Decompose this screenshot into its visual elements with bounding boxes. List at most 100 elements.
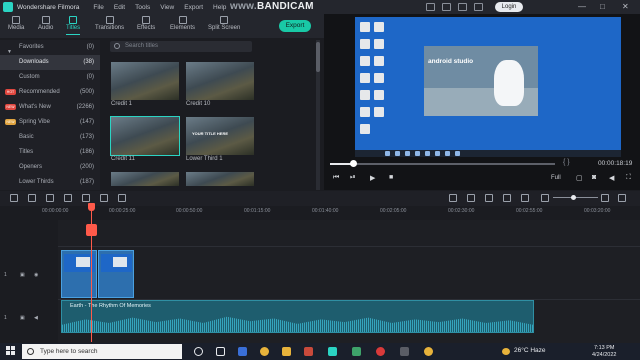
- snapshot-icon[interactable]: ▢: [576, 174, 583, 182]
- color-icon[interactable]: [100, 194, 108, 202]
- login-button[interactable]: Login: [495, 2, 523, 12]
- taskbar-search-input[interactable]: Type here to search: [22, 344, 182, 359]
- zoom-out-icon[interactable]: [541, 194, 549, 202]
- mail-icon[interactable]: [458, 3, 467, 11]
- play-frame-icon[interactable]: ⏯: [350, 174, 356, 182]
- title-thumb[interactable]: [186, 172, 254, 186]
- shield-icon[interactable]: [467, 194, 475, 202]
- bandicam-icon[interactable]: [376, 347, 385, 356]
- title-thumb[interactable]: [111, 172, 179, 186]
- redo-icon[interactable]: [28, 194, 36, 202]
- maximize-icon[interactable]: □: [600, 2, 605, 11]
- ruler-tick: 00:02:30:00: [448, 208, 475, 214]
- menu-tools[interactable]: Tools: [135, 4, 150, 11]
- lock-icon[interactable]: ▣: [20, 272, 25, 278]
- quality-select[interactable]: Full: [551, 175, 561, 181]
- windows-start-icon[interactable]: [6, 346, 16, 356]
- cortana-icon[interactable]: [194, 347, 203, 356]
- audio-mixer-icon[interactable]: [118, 194, 126, 202]
- in-out-markers[interactable]: { }: [563, 159, 570, 166]
- speed-icon[interactable]: [82, 194, 90, 202]
- sidebar-item-lower-thirds[interactable]: Lower Thirds (187): [0, 175, 100, 190]
- tab-effects[interactable]: Effects: [137, 16, 155, 31]
- ruler-tick: 00:01:15:00: [244, 208, 271, 214]
- volume-icon[interactable]: ◀: [609, 174, 614, 182]
- zoom-in-icon[interactable]: [601, 194, 609, 202]
- delete-icon[interactable]: [46, 194, 54, 202]
- task-view-icon[interactable]: [216, 347, 225, 356]
- sidebar-item-favorites[interactable]: ▼ Favorites (0): [0, 40, 100, 55]
- audio-clip[interactable]: Earth - The Rhythm Of Memories: [61, 300, 534, 333]
- title-thumb-credit-11[interactable]: [110, 116, 180, 156]
- ruler-tick: 00:01:40:00: [312, 208, 339, 214]
- lightbulb-icon[interactable]: [426, 3, 435, 11]
- speaker-icon[interactable]: ◀: [34, 315, 38, 321]
- weather-status[interactable]: 26°C Haze: [514, 347, 546, 354]
- menu-view[interactable]: View: [160, 4, 174, 11]
- menu-edit[interactable]: Edit: [114, 4, 125, 11]
- playback-scrubber[interactable]: [350, 160, 357, 167]
- desktop-icon: [360, 56, 370, 66]
- search-input[interactable]: Search titles: [110, 41, 252, 52]
- playhead-handle[interactable]: [88, 203, 95, 211]
- sidebar-item-recommended[interactable]: HOT Recommended (500): [0, 85, 100, 100]
- menu-help[interactable]: Help: [213, 4, 226, 11]
- tab-titles[interactable]: Titles: [66, 16, 81, 35]
- sidebar-item-basic[interactable]: Basic (173): [0, 130, 100, 145]
- tab-transitions[interactable]: Transitions: [95, 16, 124, 31]
- android-studio-splash: android studio: [424, 46, 538, 116]
- split-icon[interactable]: [521, 194, 529, 202]
- system-clock[interactable]: 7:13 PM 4/24/2022: [592, 345, 616, 359]
- export-button[interactable]: Export: [279, 20, 311, 32]
- audio-icon[interactable]: [503, 194, 511, 202]
- play-icon[interactable]: ▶: [370, 174, 375, 182]
- desktop-icon: [360, 90, 370, 100]
- sidebar-item-whats-new[interactable]: NEW What's New (2266): [0, 100, 100, 115]
- scissors-marker-icon[interactable]: [86, 224, 97, 236]
- tab-elements[interactable]: Elements: [170, 16, 195, 31]
- menu-export[interactable]: Export: [184, 4, 203, 11]
- tab-split-screen[interactable]: Split Screen: [208, 16, 240, 31]
- camera-icon[interactable]: ◙: [592, 174, 596, 181]
- edge-icon[interactable]: [238, 347, 247, 356]
- microphone-icon[interactable]: [485, 194, 493, 202]
- video-clip[interactable]: [98, 250, 134, 298]
- tab-media[interactable]: Media: [8, 16, 24, 31]
- title-thumb-lower-third-1[interactable]: YOUR TITLE HERE: [186, 117, 254, 155]
- sidebar-item-custom[interactable]: Custom (0): [0, 70, 100, 85]
- fullscreen-icon[interactable]: ⛶: [626, 174, 631, 182]
- undo-icon[interactable]: [10, 194, 18, 202]
- app-icon[interactable]: [304, 347, 313, 356]
- menu-file[interactable]: File: [93, 4, 103, 11]
- sidebar-item-titles[interactable]: Titles (186): [0, 145, 100, 160]
- file-explorer-icon[interactable]: [282, 347, 291, 356]
- previous-frame-icon[interactable]: ⏮: [333, 174, 339, 182]
- playback-progress-track[interactable]: [330, 163, 555, 165]
- download-icon[interactable]: [474, 3, 483, 11]
- browser-scrollbar[interactable]: [316, 40, 320, 190]
- category-sidebar: ▼ Favorites (0) Downloads (38) Custom (0) HO…: [0, 40, 100, 190]
- minimize-icon[interactable]: —: [578, 2, 586, 11]
- close-icon[interactable]: ✕: [622, 2, 629, 11]
- sidebar-item-openers[interactable]: Openers (200): [0, 160, 100, 175]
- title-label: Credit 11: [111, 156, 135, 162]
- title-thumb-credit-10[interactable]: [186, 62, 254, 100]
- search-icon: [114, 43, 120, 49]
- app-icon[interactable]: [400, 347, 409, 356]
- chrome-icon[interactable]: [260, 347, 269, 356]
- filmora-taskbar-icon[interactable]: [328, 347, 337, 356]
- tab-audio[interactable]: Audio: [38, 16, 53, 31]
- eye-icon[interactable]: ◉: [34, 272, 38, 278]
- chrome-icon[interactable]: [424, 347, 433, 356]
- android-studio-icon[interactable]: [352, 347, 361, 356]
- lock-icon[interactable]: ▣: [20, 315, 25, 321]
- sidebar-item-spring-vibe[interactable]: NEW Spring Vibe (147): [0, 115, 100, 130]
- render-icon[interactable]: [449, 194, 457, 202]
- sidebar-item-downloads[interactable]: Downloads (38): [0, 55, 100, 70]
- timeline-settings-icon[interactable]: [618, 194, 626, 202]
- zoom-slider-knob[interactable]: [571, 195, 576, 200]
- cut-icon[interactable]: [64, 194, 72, 202]
- monitor-icon[interactable]: [442, 3, 451, 11]
- title-thumb-credit-1[interactable]: [111, 62, 179, 100]
- stop-icon[interactable]: ■: [389, 174, 393, 181]
